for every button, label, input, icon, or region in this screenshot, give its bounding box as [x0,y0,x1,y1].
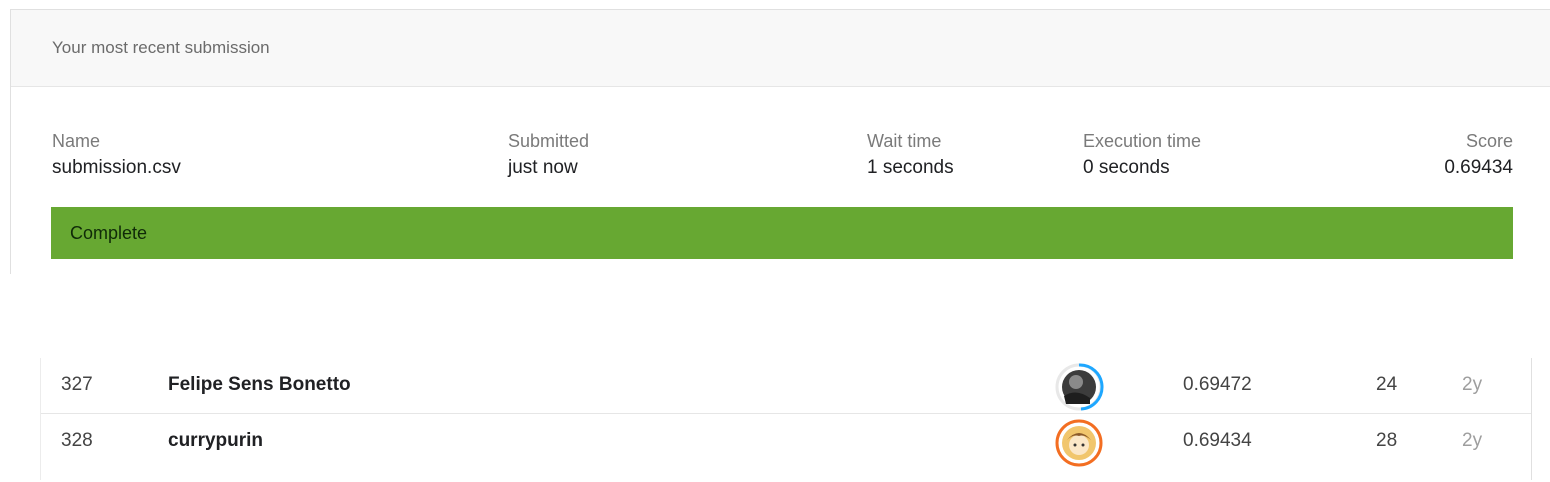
submission-card: Your most recent submission Name submiss… [10,9,1550,274]
entries-cell: 28 [1376,430,1398,451]
score-value: 0.69434 [1444,157,1513,178]
name-value: submission.csv [52,157,181,178]
rank-cell: 328 [61,430,93,451]
status-text: Complete [70,222,148,243]
submitted-column: Submitted just now [508,130,589,179]
name-column: Name submission.csv [52,130,181,179]
submission-details: Name submission.csv Submitted just now W… [11,87,1550,207]
submitted-value: just now [508,157,578,178]
table-row[interactable]: 328 currypurin 0.69434 28 2y [41,414,1531,480]
name-label: Name [52,131,101,151]
submission-card-title: Your most recent submission [52,38,270,57]
score-cell: 0.69434 [1183,430,1252,451]
team-name-link[interactable]: Felipe Sens Bonetto [168,374,351,396]
status-bar: Complete [51,207,1513,259]
execution-time-label: Execution time [1083,131,1202,151]
execution-time-value: 0 seconds [1083,157,1170,178]
user-avatar-icon[interactable] [1054,362,1104,412]
last-submission-cell: 2y [1462,374,1483,395]
wait-time-label: Wait time [867,131,942,151]
submitted-label: Submitted [508,131,590,151]
score-label: Score [1465,131,1513,151]
rank-cell: 327 [61,374,93,395]
wait-time-column: Wait time 1 seconds [867,130,954,179]
leaderboard-table: 327 Felipe Sens Bonetto 0.69472 24 2y 32… [40,358,1532,480]
wait-time-value: 1 seconds [867,157,954,178]
score-column: Score 0.69434 [1444,130,1513,179]
last-submission-cell: 2y [1462,430,1483,451]
entries-cell: 24 [1376,374,1398,395]
score-cell: 0.69472 [1183,374,1252,395]
table-row[interactable]: 327 Felipe Sens Bonetto 0.69472 24 2y [41,358,1531,414]
team-name-link[interactable]: currypurin [168,430,263,452]
user-avatar-icon[interactable] [1054,418,1104,468]
execution-time-column: Execution time 0 seconds [1083,130,1201,179]
submission-card-header: Your most recent submission [11,10,1550,87]
